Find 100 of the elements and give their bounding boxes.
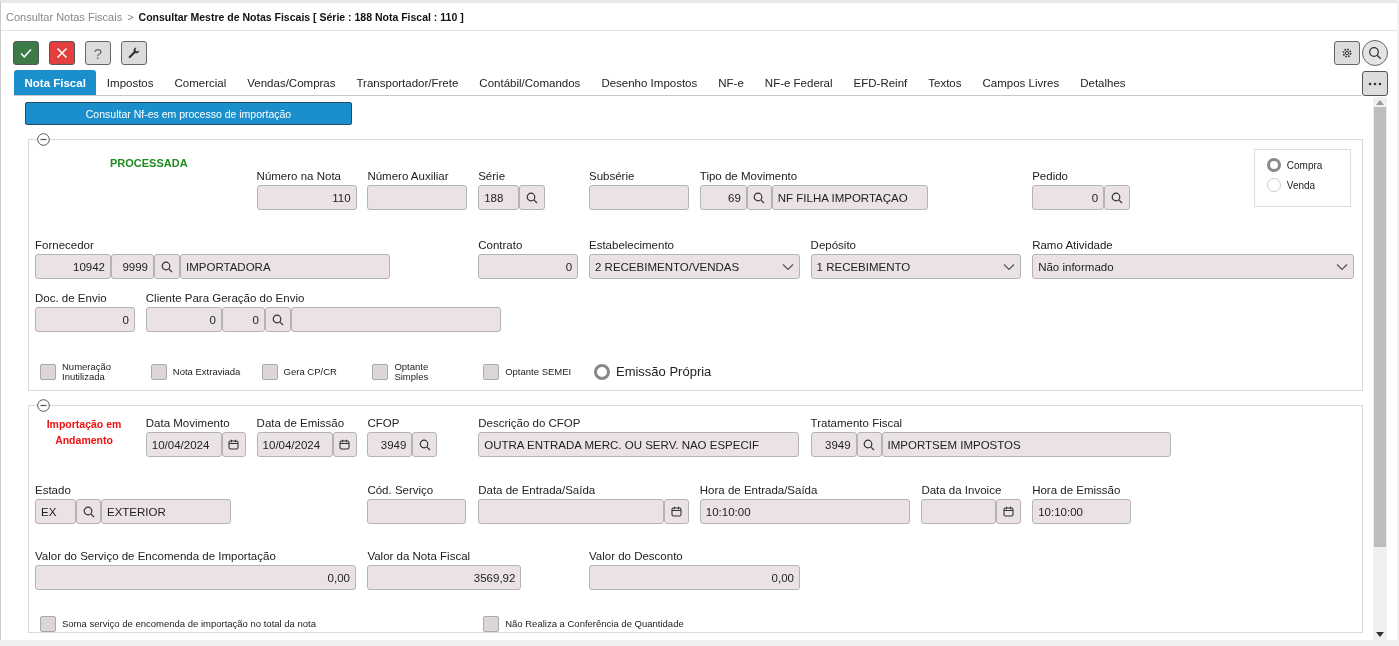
checkbox[interactable] <box>483 616 500 632</box>
input-field[interactable]: EX <box>35 499 76 524</box>
tab[interactable]: NF-e Federal <box>754 70 844 95</box>
input-field[interactable]: 0 <box>145 307 222 332</box>
input-field[interactable] <box>589 185 689 210</box>
input-field[interactable]: IMPORTSEM IMPOSTOS <box>881 432 1171 457</box>
tab[interactable]: Vendas/Compras <box>236 70 346 95</box>
checkbox[interactable] <box>40 616 56 632</box>
confirm-button[interactable] <box>13 41 39 65</box>
tab[interactable]: Transportador/Frete <box>346 70 469 95</box>
input-field[interactable] <box>478 499 665 524</box>
tab[interactable]: EFD-Reinf <box>843 70 918 95</box>
search-button[interactable] <box>412 432 438 457</box>
input-field[interactable]: 69 <box>699 185 747 210</box>
search-button[interactable] <box>264 307 291 332</box>
input-field[interactable] <box>367 499 467 524</box>
more-button[interactable] <box>1362 71 1388 96</box>
tab[interactable]: Textos <box>917 70 972 95</box>
input-field[interactable]: 0,00 <box>35 565 356 590</box>
input-field[interactable]: 10942 <box>35 254 111 279</box>
tab[interactable]: Contábil/Comandos <box>468 70 591 95</box>
field-label: Valor da Nota Fiscal <box>367 549 472 563</box>
checkbox[interactable] <box>261 364 278 380</box>
search-button[interactable] <box>154 254 180 279</box>
field-label: Ramo Atividade <box>1032 238 1114 252</box>
checkmark-icon <box>19 46 33 60</box>
field-label: Data de Entrada/Saída <box>478 483 597 497</box>
input-field[interactable]: 10/04/2024 <box>145 432 222 457</box>
checkbox[interactable] <box>150 364 167 380</box>
input-field[interactable] <box>290 307 501 332</box>
import-query-button[interactable]: Consultar Nf-es em processo de importação <box>25 102 352 125</box>
input-field[interactable]: 10:10:00 <box>1032 499 1132 524</box>
tab[interactable]: Desenho Impostos <box>590 70 708 95</box>
search-button[interactable] <box>1362 40 1388 66</box>
ellipsis-icon <box>1368 81 1382 86</box>
calendar-icon <box>1003 506 1015 517</box>
calendar-button[interactable] <box>332 432 357 457</box>
input-field[interactable] <box>367 185 468 210</box>
radio-button[interactable] <box>594 364 610 380</box>
input-field[interactable]: IMPORTADORA <box>180 254 390 279</box>
input-field[interactable]: 3569,92 <box>367 565 522 590</box>
page-title: Consultar Mestre de Notas Fiscais [ Série : 188 Nota Fiscal : 110 ] <box>138 10 464 23</box>
checkbox[interactable] <box>372 364 389 380</box>
help-button[interactable]: ? <box>85 41 111 65</box>
field-label: Subsérie <box>589 169 636 183</box>
input-field[interactable]: EXTERIOR <box>101 499 231 524</box>
tab[interactable]: Detalhes <box>1069 70 1137 95</box>
input-field[interactable]: 10/04/2024 <box>256 432 333 457</box>
calendar-button[interactable] <box>664 499 690 524</box>
search-button[interactable] <box>856 432 882 457</box>
tab[interactable]: Comercial <box>164 70 237 95</box>
calendar-button[interactable] <box>996 499 1022 524</box>
settings-button[interactable] <box>1334 41 1360 65</box>
checkbox-label: Numeração Inutilizada <box>62 362 113 382</box>
input-field[interactable]: 0 <box>221 307 265 332</box>
search-button[interactable] <box>1104 185 1131 210</box>
scroll-down-icon[interactable] <box>1376 632 1384 637</box>
input-field[interactable]: 110 <box>256 185 357 210</box>
search-button[interactable] <box>519 185 546 210</box>
cancel-button[interactable] <box>49 41 75 65</box>
input-field[interactable]: 3949 <box>367 432 413 457</box>
scrollbar[interactable] <box>1373 97 1387 640</box>
checkbox[interactable] <box>483 364 500 380</box>
chevron-down-icon <box>782 262 794 271</box>
input-field[interactable]: NF FILHA IMPORTAÇAO <box>771 185 928 210</box>
breadcrumb-link[interactable]: Consultar Notas Fiscais <box>6 10 123 23</box>
input-field[interactable]: 10:10:00 <box>699 499 910 524</box>
wrench-button[interactable] <box>121 41 147 65</box>
input-field[interactable]: OUTRA ENTRADA MERC. OU SERV. NAO ESPECIF <box>478 432 800 457</box>
input-field[interactable]: 0 <box>35 307 135 332</box>
field-label: Tratamento Fiscal <box>810 416 904 430</box>
tab[interactable]: Nota Fiscal <box>14 70 97 95</box>
search-icon <box>161 260 173 273</box>
dropdown-field[interactable]: 2 RECEBIMENTO/VENDAS <box>589 254 800 279</box>
collapse-icon[interactable] <box>37 399 50 412</box>
input-field[interactable] <box>921 499 997 524</box>
dropdown-field[interactable]: 1 RECEBIMENTO <box>810 254 1021 279</box>
tab[interactable]: NF-e <box>707 70 755 95</box>
collapse-icon[interactable] <box>37 133 50 146</box>
field-label: Número na Nota <box>256 169 342 183</box>
input-field[interactable]: 0 <box>478 254 579 279</box>
calendar-button[interactable] <box>221 432 246 457</box>
checkbox[interactable] <box>40 364 56 380</box>
field-label: Hora de Emissão <box>1032 483 1122 497</box>
field-label: Cliente Para Geração do Envio <box>145 291 306 305</box>
input-field[interactable]: 188 <box>478 185 520 210</box>
input-field[interactable]: 9999 <box>111 254 154 279</box>
input-field[interactable]: 0,00 <box>589 565 800 590</box>
radio-label: Emissão Própria <box>616 364 712 380</box>
search-button[interactable] <box>746 185 772 210</box>
tab[interactable]: Impostos <box>96 70 165 95</box>
radio-button[interactable] <box>1266 158 1281 172</box>
tab[interactable]: Campos Livres <box>972 70 1070 95</box>
input-field[interactable]: 0 <box>1032 185 1105 210</box>
checkbox-label: Não Realiza a Conferência de Quantidade <box>505 619 684 629</box>
search-button[interactable] <box>76 499 101 524</box>
field-label: Valor do Serviço de Encomenda de Importação <box>35 549 277 563</box>
input-field[interactable]: 3949 <box>810 432 857 457</box>
dropdown-field[interactable]: Não informado <box>1032 254 1355 279</box>
field-label: Doc. de Envio <box>35 291 108 305</box>
